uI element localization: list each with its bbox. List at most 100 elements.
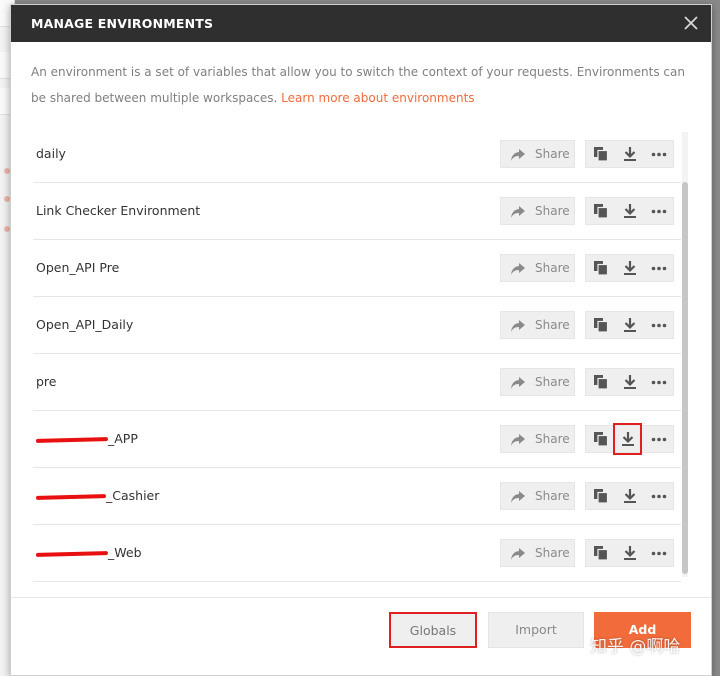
download-icon [624,546,636,560]
share-label: Share [535,261,570,275]
share-button[interactable]: Share [500,368,575,396]
modal-header: MANAGE ENVIRONMENTS [11,5,711,42]
duplicate-icon [594,318,609,333]
close-icon[interactable] [683,15,699,31]
more-icon [651,494,667,499]
duplicate-icon [594,432,609,447]
share-button[interactable]: Share [500,197,575,225]
environment-name-text: Open_API Pre [36,260,120,275]
manage-environments-modal: MANAGE ENVIRONMENTS An environment is a … [10,4,712,676]
redaction-mark [35,551,109,557]
download-icon [624,261,636,275]
environment-name-text: _Web [108,545,142,560]
download-icon [624,318,636,332]
environment-row[interactable]: _Web Share [33,525,681,582]
download-button[interactable] [616,312,644,338]
duplicate-icon [594,261,609,276]
environment-row[interactable]: Open_API Pre Share [33,240,681,297]
environment-name-text: daily [36,146,66,161]
download-button[interactable] [616,369,644,395]
download-button[interactable] [616,198,644,224]
download-button[interactable] [613,423,642,455]
share-button[interactable]: Share [500,539,575,567]
duplicate-button[interactable] [587,198,615,224]
environment-name[interactable]: Open_API Pre [36,240,119,296]
environment-name[interactable]: daily [36,126,66,182]
duplicate-button[interactable] [587,426,615,452]
duplicate-icon [594,489,609,504]
environment-name[interactable]: _Cashier [35,468,160,524]
more-options-button[interactable] [645,483,673,509]
watermark-sub: testerhome.com [622,655,696,665]
share-icon [511,206,525,218]
download-button[interactable] [616,141,644,167]
download-icon [622,432,634,446]
duplicate-button[interactable] [587,540,615,566]
download-button[interactable] [616,483,644,509]
scrollbar[interactable] [682,132,688,577]
share-button[interactable]: Share [500,482,575,510]
environment-name-text: pre [36,374,57,389]
share-button[interactable]: Share [500,254,575,282]
share-button[interactable]: Share [500,311,575,339]
share-icon [511,434,525,446]
scrollbar-thumb[interactable] [682,182,688,574]
environment-name[interactable]: Link Checker Environment [36,183,200,239]
share-icon [511,548,525,560]
duplicate-button[interactable] [587,483,615,509]
more-options-button[interactable] [645,369,673,395]
share-icon [511,149,525,161]
more-options-button[interactable] [645,312,673,338]
environment-name[interactable]: _APP [35,411,138,467]
environment-row[interactable]: Link Checker Environment Share [33,183,681,240]
share-label: Share [535,489,570,503]
more-options-button[interactable] [645,141,673,167]
share-icon [511,377,525,389]
more-options-button[interactable] [645,540,673,566]
download-icon [624,375,636,389]
download-icon [624,204,636,218]
duplicate-button[interactable] [587,312,615,338]
share-label: Share [535,147,570,161]
import-button[interactable]: Import [488,612,584,648]
environment-row[interactable]: _Cashier Share [33,468,681,525]
more-options-button[interactable] [645,426,673,452]
more-icon [651,266,667,271]
environment-actions [585,423,674,455]
duplicate-icon [594,546,609,561]
more-options-button[interactable] [645,255,673,281]
duplicate-button[interactable] [587,369,615,395]
environment-row[interactable]: Open_API_Daily Share [33,297,681,354]
environment-list: daily Share Link Checker Environment Share O… [33,126,681,582]
footer-divider [11,597,711,598]
environment-row[interactable]: pre Share [33,354,681,411]
more-icon [651,209,667,214]
environment-actions [585,140,674,168]
duplicate-button[interactable] [587,141,615,167]
more-options-button[interactable] [645,198,673,224]
share-label: Share [535,432,570,446]
download-icon [624,489,636,503]
more-icon [651,152,667,157]
environment-name-text: _Cashier [106,488,160,503]
download-button[interactable] [616,255,644,281]
globals-button[interactable]: Globals [389,612,477,648]
environment-row[interactable]: daily Share [33,126,681,183]
download-button[interactable] [616,540,644,566]
share-button[interactable]: Share [500,425,575,453]
environment-name[interactable]: _Web [35,525,142,581]
share-label: Share [535,204,570,218]
environment-name[interactable]: Open_API_Daily [36,297,133,353]
environment-row[interactable]: _APP Share [33,411,681,468]
share-label: Share [535,546,570,560]
environment-name[interactable]: pre [36,354,57,410]
duplicate-icon [594,147,609,162]
more-icon [651,437,667,442]
download-icon [624,147,636,161]
more-icon [651,551,667,556]
share-label: Share [535,375,570,389]
share-button[interactable]: Share [500,140,575,168]
learn-more-link[interactable]: Learn more about environments [281,91,474,105]
environment-actions [585,368,674,396]
duplicate-button[interactable] [587,255,615,281]
